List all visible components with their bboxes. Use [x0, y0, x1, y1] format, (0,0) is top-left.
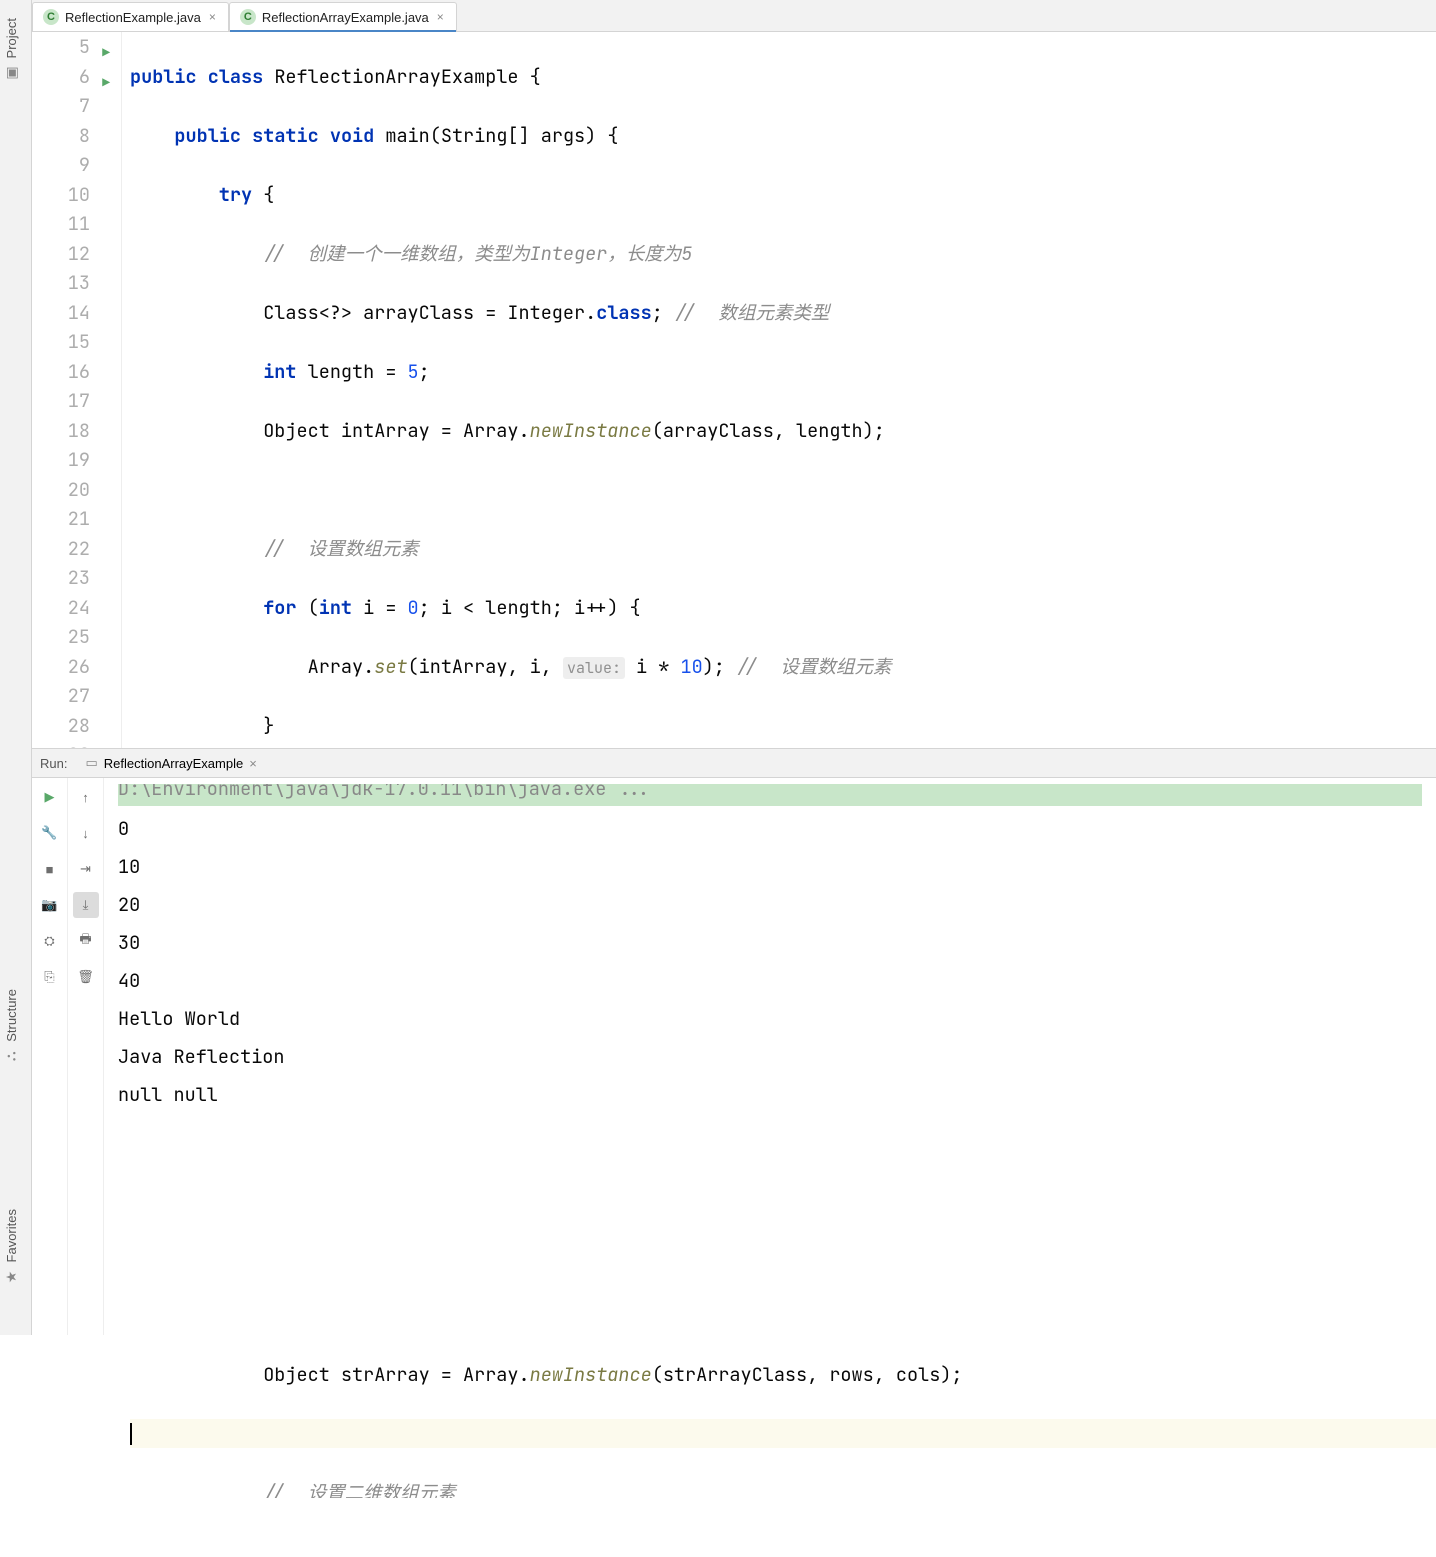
line-number: 21 — [32, 504, 90, 534]
star-icon: ★ — [3, 1270, 20, 1283]
code-line[interactable]: // 创建一个一维数组，类型为Integer，长度为5 — [130, 239, 1436, 269]
code-line[interactable]: int length = 5; — [130, 357, 1436, 387]
code-line[interactable]: Array.set(intArray, i, value: i * 10); /… — [130, 652, 1436, 682]
wrench-button[interactable]: 🔧 — [37, 820, 63, 846]
dump-button[interactable]: 📷 — [37, 892, 63, 918]
console-line: 0 — [118, 810, 1422, 848]
line-number: 27 — [32, 681, 90, 711]
code-line[interactable]: // 设置二维数组元素 — [130, 1478, 1436, 1498]
run-gutter-icon[interactable]: ▶ — [102, 68, 110, 98]
run-config-tab[interactable]: ▭ ReflectionArrayExample × — [77, 751, 264, 775]
rail-tab-project[interactable]: ▣ Project — [0, 8, 23, 91]
line-number: 7 — [32, 91, 90, 121]
line-number: 12 — [32, 239, 90, 269]
line-number: 14 — [32, 298, 90, 328]
close-icon[interactable]: × — [207, 10, 218, 24]
up-button[interactable]: ↑ — [73, 784, 99, 810]
code-line[interactable]: public class ReflectionArrayExample { — [130, 62, 1436, 92]
console-line: 20 — [118, 886, 1422, 924]
java-class-icon: C — [43, 9, 59, 25]
code-line[interactable]: Object intArray = Array.newInstance(arra… — [130, 416, 1436, 446]
debug-settings-button[interactable]: ⛭ — [37, 928, 63, 954]
console-line: 10 — [118, 848, 1422, 886]
line-number: 20 — [32, 475, 90, 505]
code-line[interactable] — [130, 475, 1436, 505]
run-panel-header: Run: ▭ ReflectionArrayExample × — [32, 748, 1436, 778]
line-number: 23 — [32, 563, 90, 593]
rail-tab-label: Favorites — [4, 1209, 19, 1262]
line-number: 5▶ — [32, 32, 90, 62]
rail-tab-label: Structure — [4, 989, 19, 1042]
line-number: 10 — [32, 180, 90, 210]
rerun-button[interactable]: ▶ — [37, 784, 63, 810]
line-number: 16 — [32, 357, 90, 387]
code-line[interactable]: try { — [130, 180, 1436, 210]
console-line: 40 — [118, 962, 1422, 1000]
line-number: 18 — [32, 416, 90, 446]
rail-tab-favorites[interactable]: ★ Favorites — [0, 1199, 23, 1295]
tab-label: ReflectionArrayExample.java — [262, 10, 429, 25]
folder-icon: ▣ — [3, 66, 20, 79]
line-number: 24 — [32, 593, 90, 623]
line-number: 11 — [32, 209, 90, 239]
console-line: 30 — [118, 924, 1422, 962]
print-button[interactable]: 🖶 — [73, 928, 99, 954]
line-number: 6▶ — [32, 62, 90, 92]
line-number: 8 — [32, 121, 90, 151]
line-number: 28 — [32, 711, 90, 741]
editor-tab-reflection-example[interactable]: C ReflectionExample.java × — [32, 2, 229, 31]
line-number: 25 — [32, 622, 90, 652]
console-line: Java Reflection — [118, 1038, 1422, 1076]
code-line[interactable]: Object strArray = Array.newInstance(strA… — [130, 1360, 1436, 1390]
soft-wrap-button[interactable]: ⇥ — [73, 856, 99, 882]
code-line[interactable]: for (int i = 0; i < length; i++) { — [130, 593, 1436, 623]
line-number-gutter: 5▶6▶789101112131415161718192021222324252… — [32, 32, 102, 748]
run-toolbar-secondary: ↑ ↓ ⇥ ⤓ 🖶 🗑 — [68, 778, 104, 1335]
left-tool-rail: ▣ Project ⛬ Structure ★ Favorites — [0, 0, 32, 1335]
console-line: null null — [118, 1076, 1422, 1114]
parameter-hint: value: — [563, 657, 625, 679]
code-editor[interactable]: 5▶6▶789101112131415161718192021222324252… — [32, 32, 1436, 748]
console-line: Hello World — [118, 1000, 1422, 1038]
editor-tabs-bar: C ReflectionExample.java × C ReflectionA… — [32, 0, 1436, 32]
line-number: 17 — [32, 386, 90, 416]
stop-button[interactable]: ■ — [37, 856, 63, 882]
run-toolbar-primary: ▶ 🔧 ■ 📷 ⛭ ⎘ — [32, 778, 68, 1335]
code-line[interactable]: Class<?> arrayClass = Integer.class; // … — [130, 298, 1436, 328]
console-command-line: D:\Environment\java\jdk-17.0.11\bin\java… — [118, 784, 1422, 806]
text-cursor — [130, 1423, 132, 1445]
code-line-current[interactable] — [130, 1419, 1436, 1449]
code-line[interactable]: public static void main(String[] args) { — [130, 121, 1436, 151]
clear-all-button[interactable]: 🗑 — [73, 964, 99, 990]
tab-label: ReflectionExample.java — [65, 10, 201, 25]
code-line[interactable]: // 设置数组元素 — [130, 534, 1436, 564]
run-gutter-icon[interactable]: ▶ — [102, 38, 110, 68]
console-output[interactable]: D:\Environment\java\jdk-17.0.11\bin\java… — [104, 778, 1436, 1335]
code-area[interactable]: public class ReflectionArrayExample { pu… — [122, 32, 1436, 748]
java-class-icon: C — [240, 9, 256, 25]
rail-tab-label: Project — [4, 18, 19, 58]
line-number: 9 — [32, 150, 90, 180]
structure-icon: ⛬ — [3, 1052, 20, 1062]
run-config-icon: ▭ — [85, 755, 97, 771]
line-number: 26 — [32, 652, 90, 682]
fold-column[interactable] — [102, 32, 122, 748]
run-panel-body: ▶ 🔧 ■ 📷 ⛭ ⎘ ↑ ↓ ⇥ ⤓ 🖶 🗑 D:\Environment\j… — [32, 778, 1436, 1335]
code-line[interactable]: } — [130, 711, 1436, 741]
close-icon[interactable]: × — [435, 10, 446, 24]
line-number: 19 — [32, 445, 90, 475]
scroll-to-end-button[interactable]: ⤓ — [73, 892, 99, 918]
line-number: 13 — [32, 268, 90, 298]
down-button[interactable]: ↓ — [73, 820, 99, 846]
rail-tab-structure[interactable]: ⛬ Structure — [0, 979, 23, 1075]
run-config-label: ReflectionArrayExample — [104, 756, 243, 771]
run-panel-title: Run: — [40, 756, 67, 771]
exit-button[interactable]: ⎘ — [37, 964, 63, 990]
line-number: 22 — [32, 534, 90, 564]
editor-tab-reflection-array-example[interactable]: C ReflectionArrayExample.java × — [229, 2, 457, 31]
close-icon[interactable]: × — [249, 756, 257, 771]
line-number: 15 — [32, 327, 90, 357]
